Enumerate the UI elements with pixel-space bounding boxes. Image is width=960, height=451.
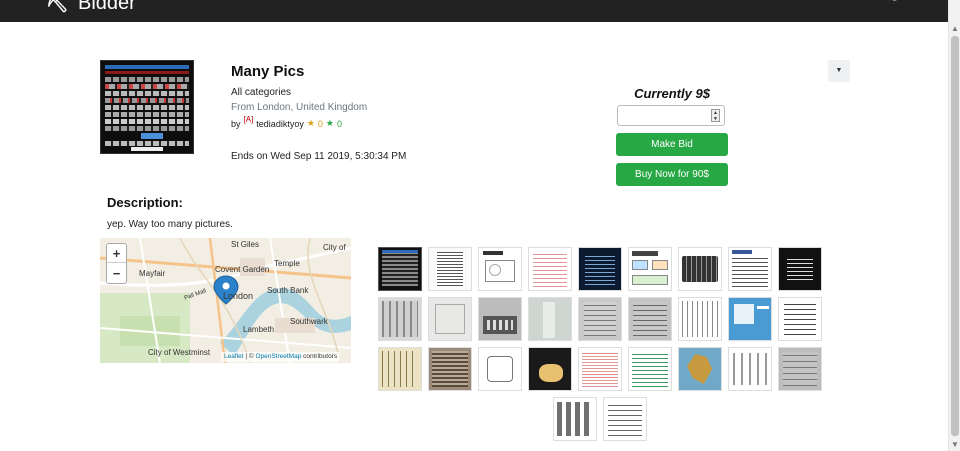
gallery-thumbnail[interactable] [678, 247, 722, 291]
gallery-thumbnail[interactable] [578, 347, 622, 391]
page-scrollbar[interactable]: ▲ ▼ [948, 0, 960, 451]
auction-end-time: Ends on Wed Sep 11 2019, 5:30:34 PM [231, 151, 407, 162]
scroll-up-icon[interactable]: ▲ [949, 24, 960, 34]
map-label: South Bank [267, 286, 309, 295]
gallery-thumbnail[interactable] [478, 247, 522, 291]
gallery-thumbnail[interactable] [478, 347, 522, 391]
rating-positive: 0 [337, 118, 343, 129]
gallery-thumbnail[interactable] [728, 347, 772, 391]
map-label: Temple [274, 259, 300, 268]
location-map[interactable]: St Giles City of Temple Mayfair Covent G… [100, 238, 351, 363]
gallery-thumbnail[interactable] [628, 347, 672, 391]
map-label: City of [323, 243, 346, 252]
gallery-thumbnail[interactable] [678, 297, 722, 341]
gallery-thumbnail[interactable] [528, 247, 572, 291]
navbar: ⛏ Bidder ◔ [0, 0, 948, 22]
current-price: Currently 9$ [634, 86, 710, 101]
map-label: Southwark [290, 317, 328, 326]
gallery-thumbnail[interactable] [603, 397, 647, 441]
map-label: Lambeth [243, 325, 275, 334]
item-category[interactable]: All categories [231, 87, 291, 98]
map-attribution: Leaflet | © OpenStreetMap contributors [221, 352, 341, 362]
zoom-in-button[interactable]: + [107, 244, 126, 263]
map-label: City of Westminst [148, 348, 211, 357]
gallery-thumbnail[interactable] [578, 247, 622, 291]
scroll-down-icon[interactable]: ▼ [949, 440, 960, 450]
admin-badge: [A] [243, 115, 254, 124]
description-heading: Description: [107, 195, 183, 210]
zoom-out-button[interactable]: − [107, 264, 126, 283]
osm-link[interactable]: OpenStreetMap [255, 353, 301, 360]
leaflet-link[interactable]: Leaflet [224, 353, 244, 360]
attribution-separator: | © [243, 353, 256, 360]
gallery-thumbnail[interactable] [553, 397, 597, 441]
options-dropdown-button[interactable]: ▼ [828, 60, 850, 82]
scroll-thumb[interactable] [951, 36, 959, 436]
gallery-thumbnail[interactable] [428, 347, 472, 391]
item-location: From London, United Kingdom [231, 102, 368, 113]
make-bid-button[interactable]: Make Bid [616, 133, 728, 156]
attribution-tail: contributors [301, 353, 338, 360]
seller-name[interactable]: tediadiktyoy [256, 119, 304, 129]
logo-icon[interactable]: ⛏ [46, 0, 69, 14]
by-label: by [231, 118, 241, 129]
gallery-thumbnail[interactable] [578, 297, 622, 341]
star-icon: ★ [325, 118, 334, 128]
gallery-thumbnail[interactable] [528, 297, 572, 341]
gallery-thumbnail[interactable] [628, 247, 672, 291]
gallery-thumbnail[interactable] [778, 347, 822, 391]
gallery-thumbnail[interactable] [428, 247, 472, 291]
gallery-thumbnail[interactable] [378, 247, 422, 291]
gallery-thumbnail[interactable] [778, 297, 822, 341]
bid-amount-input[interactable] [617, 105, 725, 126]
star-icon: ★ [306, 118, 315, 128]
page-title: Many Pics [231, 63, 305, 80]
gallery-thumbnail[interactable] [678, 347, 722, 391]
map-label: London [223, 291, 254, 301]
description-text: yep. Way too many pictures. [107, 219, 233, 230]
caret-down-icon: ▼ [835, 67, 843, 74]
gallery-thumbnail[interactable] [728, 297, 772, 341]
gallery-thumbnail[interactable] [778, 247, 822, 291]
map-label: Mayfair [139, 269, 166, 278]
gallery-thumbnail[interactable] [628, 297, 672, 341]
seller-line: by [A] tediadiktyoy ★ 0 ★ 0 [231, 115, 343, 129]
gallery-thumbnail[interactable] [528, 347, 572, 391]
map-zoom-control: + − [106, 243, 127, 284]
spinner-icon[interactable]: ▲ ▼ [711, 109, 720, 122]
rating-negative: 0 [317, 118, 323, 129]
map-label: St Giles [231, 240, 260, 249]
gallery-thumbnail[interactable] [378, 297, 422, 341]
gallery-thumbnail[interactable] [478, 297, 522, 341]
gallery-thumbnail[interactable] [728, 247, 772, 291]
buy-now-button[interactable]: Buy Now for 90$ [616, 163, 728, 186]
gallery-thumbnail[interactable] [428, 297, 472, 341]
item-main-image[interactable] [100, 60, 194, 154]
map-label: Covent Garden [215, 265, 270, 274]
brand-name[interactable]: Bidder [78, 0, 136, 15]
gallery-thumbnail[interactable] [378, 347, 422, 391]
user-icon[interactable]: ◔ [888, 0, 898, 10]
